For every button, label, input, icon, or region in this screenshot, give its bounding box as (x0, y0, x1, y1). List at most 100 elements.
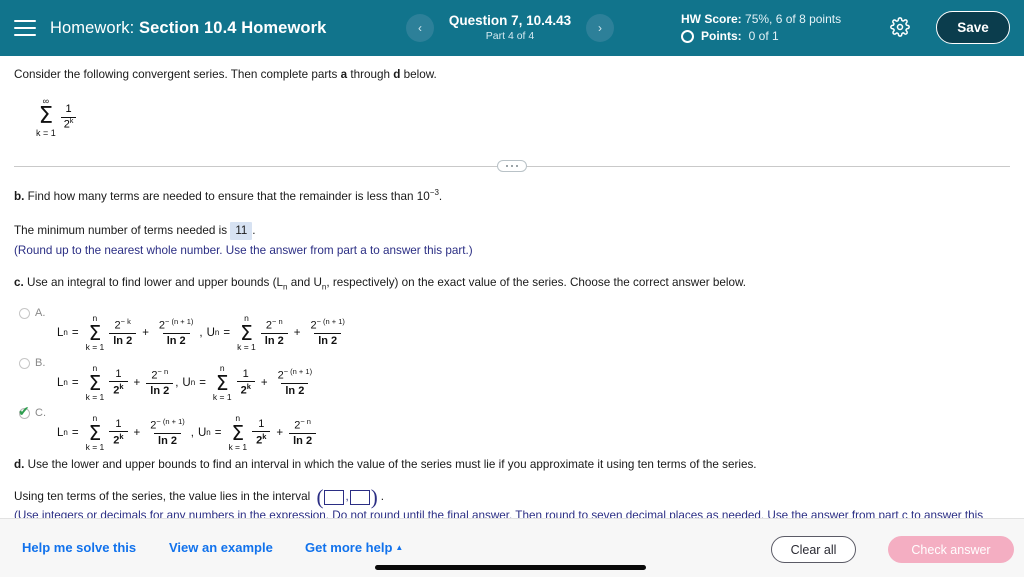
part-b-answer-pre: The minimum number of terms needed is (14, 223, 228, 237)
sigma-icon: Σ (38, 103, 54, 129)
part-b-exponent: −3 (429, 188, 439, 197)
interval-lower-input[interactable] (324, 489, 345, 505)
choice-option-b[interactable]: B. Ln = nΣk = 1 1 2k + 2− n ln 2 , Un = nΣ… (14, 356, 1010, 401)
part-c-label: c. (14, 275, 24, 289)
a-t3-den: ln 2 (260, 333, 288, 348)
intro-text-post: below. (400, 68, 437, 81)
save-button[interactable]: Save (936, 11, 1010, 44)
points-label: Points: (701, 29, 742, 43)
b-plus2: + (260, 376, 268, 389)
intro-text-pre: Consider the following convergent series… (14, 68, 341, 81)
a-t1-den: ln 2 (109, 333, 137, 348)
choice-option-a[interactable]: A. Ln = nΣk = 1 2− k ln 2 + 2− (n + 1) ln … (14, 306, 1010, 351)
question-content: Consider the following convergent series… (0, 56, 1024, 538)
c-plus2: + (276, 426, 284, 439)
app-header: Homework: Section 10.4 Homework ‹ Questi… (0, 0, 1024, 56)
part-d-answer-pre: Using ten terms of the series, the value… (14, 490, 311, 504)
homework-title: Section 10.4 Homework (139, 18, 327, 37)
b-sum1-sym: Σ (88, 370, 102, 395)
score-panel: HW Score: 75%, 6 of 8 points Points: 0 o… (681, 11, 841, 45)
choice-option-c[interactable]: ✔ C. Ln = nΣk = 1 1 2k + 2− (n + 1) ln 2 ,… (14, 405, 1010, 451)
help-me-solve-this-link[interactable]: Help me solve this (22, 540, 136, 555)
question-meta: Question 7, 10.4.43 Part 4 of 4 (444, 13, 576, 43)
b-t4-sup: − (n + 1) (283, 367, 313, 377)
c-t4-sup: − n (300, 417, 311, 427)
a-eq2: = (223, 326, 231, 339)
clear-all-button[interactable]: Clear all (771, 536, 856, 563)
b-sum1-bot: k = 1 (85, 391, 105, 402)
b-t1-num: 1 (115, 368, 122, 381)
points-circle-icon (681, 30, 694, 43)
c-eq1: = (71, 426, 79, 439)
check-answer-button[interactable]: Check answer (888, 536, 1014, 563)
problem-intro: Consider the following convergent series… (14, 56, 1010, 83)
hw-score-row: HW Score: 75%, 6 of 8 points (681, 11, 841, 28)
a-sum1-sym: Σ (88, 320, 102, 345)
get-more-help-label: Get more help (305, 540, 393, 555)
radio-button-a[interactable] (19, 308, 30, 320)
part-c-text-2: and U (287, 275, 322, 289)
part-d-period: . (380, 490, 384, 504)
c-sum1-bot: k = 1 (85, 441, 105, 452)
series-numerator: 1 (65, 102, 72, 115)
b-t4-den: ln 2 (281, 383, 309, 398)
close-paren: ) (370, 484, 378, 509)
sum-lower-limit: k = 1 (36, 128, 56, 138)
b-plus1: + (133, 376, 141, 389)
part-label: Part 4 of 4 (485, 30, 535, 42)
next-question-button[interactable]: › (586, 14, 614, 42)
interval-upper-input[interactable] (349, 489, 370, 505)
b-sum2-sym: Σ (215, 370, 229, 395)
c-t3-num: 1 (258, 418, 265, 431)
c-sum2-bot: k = 1 (228, 441, 248, 452)
a-L-sub: n (63, 328, 68, 338)
radio-button-c[interactable]: ✔ (18, 405, 30, 420)
a-U-sub: n (214, 328, 220, 338)
a-t2-den: ln 2 (162, 333, 190, 348)
drag-handle-dots-icon[interactable] (497, 160, 527, 172)
prev-question-button[interactable]: ‹ (406, 14, 434, 42)
interval-separator: , (345, 491, 349, 504)
choice-letter-c: C. (35, 407, 46, 420)
a-t4-den: ln 2 (314, 333, 342, 348)
c-t1-den-sup: k (119, 432, 124, 442)
c-comma: , (190, 426, 194, 439)
part-b-answer-field[interactable]: 11 (230, 221, 253, 240)
c-sum1-sym: Σ (88, 420, 102, 445)
intro-text-mid: through (347, 68, 394, 81)
hamburger-menu-icon[interactable] (14, 20, 36, 36)
b-t3-num: 1 (242, 368, 249, 381)
part-c-prompt: c. Use an integral to find lower and upp… (14, 275, 1010, 295)
a-U: U (206, 326, 215, 339)
c-t2-sup: − (n + 1) (156, 417, 185, 427)
c-t1-num: 1 (115, 418, 122, 431)
c-t3-den-sup: k (262, 432, 267, 442)
c-eq2: = (214, 426, 222, 439)
hw-score-value: 75%, 6 of 8 points (745, 12, 842, 26)
caret-up-icon: ▲ (395, 543, 404, 552)
choice-letter-a: A. (35, 307, 46, 320)
b-t2-sup: − n (157, 367, 169, 377)
b-comma: , (175, 376, 179, 389)
c-sum2-sym: Σ (231, 420, 245, 445)
choice-a-formula: Ln = nΣk = 1 2− k ln 2 + 2− (n + 1) ln 2 ,… (57, 314, 351, 351)
gear-icon[interactable] (890, 17, 910, 42)
series-fraction: 1 2k (60, 102, 77, 132)
a-sum2-sym: Σ (240, 320, 253, 345)
view-an-example-link[interactable]: View an example (169, 540, 273, 555)
part-b-prompt: b. Find how many terms are needed to ens… (14, 185, 1010, 205)
b-U: U (182, 376, 191, 389)
b-t3-den-sup: k (246, 382, 251, 392)
c-t4-den: ln 2 (289, 433, 317, 448)
part-b-note: (Round up to the nearest whole number. U… (14, 243, 473, 257)
radio-button-b[interactable] (19, 358, 30, 370)
points-value: 0 of 1 (748, 29, 779, 43)
part-b-period: . (438, 189, 443, 203)
page-title: Homework: Section 10.4 Homework (50, 19, 326, 38)
get-more-help-button[interactable]: Get more help ▲ (305, 540, 403, 555)
home-indicator-bar (375, 565, 646, 570)
part-d-label: d. (14, 458, 25, 472)
homework-prefix: Homework: (50, 18, 135, 37)
choice-c-formula: Ln = nΣk = 1 1 2k + 2− (n + 1) ln 2 , Un =… (57, 414, 318, 451)
choice-letter-b: B. (35, 357, 46, 370)
